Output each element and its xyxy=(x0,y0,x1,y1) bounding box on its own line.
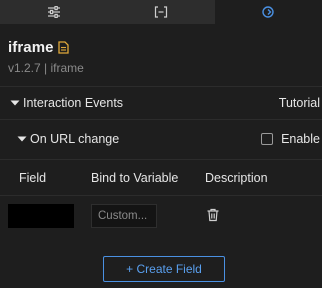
divider xyxy=(0,195,322,196)
create-field-button[interactable]: + Create Field xyxy=(103,256,225,282)
tab-style[interactable] xyxy=(0,0,108,24)
tab-interactions[interactable] xyxy=(214,0,322,24)
component-version: v1.2.7 | iframe xyxy=(8,61,84,75)
bind-variable-input[interactable] xyxy=(91,204,157,228)
document-icon[interactable] xyxy=(57,40,69,54)
caret-down-icon xyxy=(17,136,27,142)
divider xyxy=(0,86,322,87)
interaction-events-toggle[interactable]: Interaction Events xyxy=(10,94,123,112)
panel-tab-bar xyxy=(0,0,322,24)
event-row-url-change: On URL change Enable xyxy=(0,130,322,148)
column-header-field: Field xyxy=(19,171,47,185)
interaction-events-label: Interaction Events xyxy=(23,96,124,110)
component-header: iframe xyxy=(8,37,69,57)
enable-checkbox[interactable] xyxy=(261,133,274,145)
interaction-events-header: Interaction Events Tutorial xyxy=(0,94,322,112)
interaction-icon xyxy=(262,6,275,18)
properties-panel: iframe v1.2.7 | iframe Interaction Event… xyxy=(0,0,322,288)
bracket-code-icon xyxy=(154,6,168,18)
divider xyxy=(0,159,322,160)
sliders-icon xyxy=(47,6,60,18)
trash-icon[interactable] xyxy=(206,208,220,222)
enable-control: Enable xyxy=(261,130,320,148)
url-change-label: On URL change xyxy=(30,132,120,146)
divider xyxy=(0,119,322,120)
caret-down-icon xyxy=(10,100,20,106)
enable-label: Enable xyxy=(281,132,320,146)
tutorial-link[interactable]: Tutorial xyxy=(279,94,320,112)
column-header-bind-variable: Bind to Variable xyxy=(91,171,179,185)
field-value-box[interactable] xyxy=(8,204,74,228)
column-header-description: Description xyxy=(205,171,268,185)
url-change-toggle[interactable]: On URL change xyxy=(17,130,119,148)
tab-data[interactable] xyxy=(107,0,215,24)
component-title: iframe xyxy=(8,38,54,56)
